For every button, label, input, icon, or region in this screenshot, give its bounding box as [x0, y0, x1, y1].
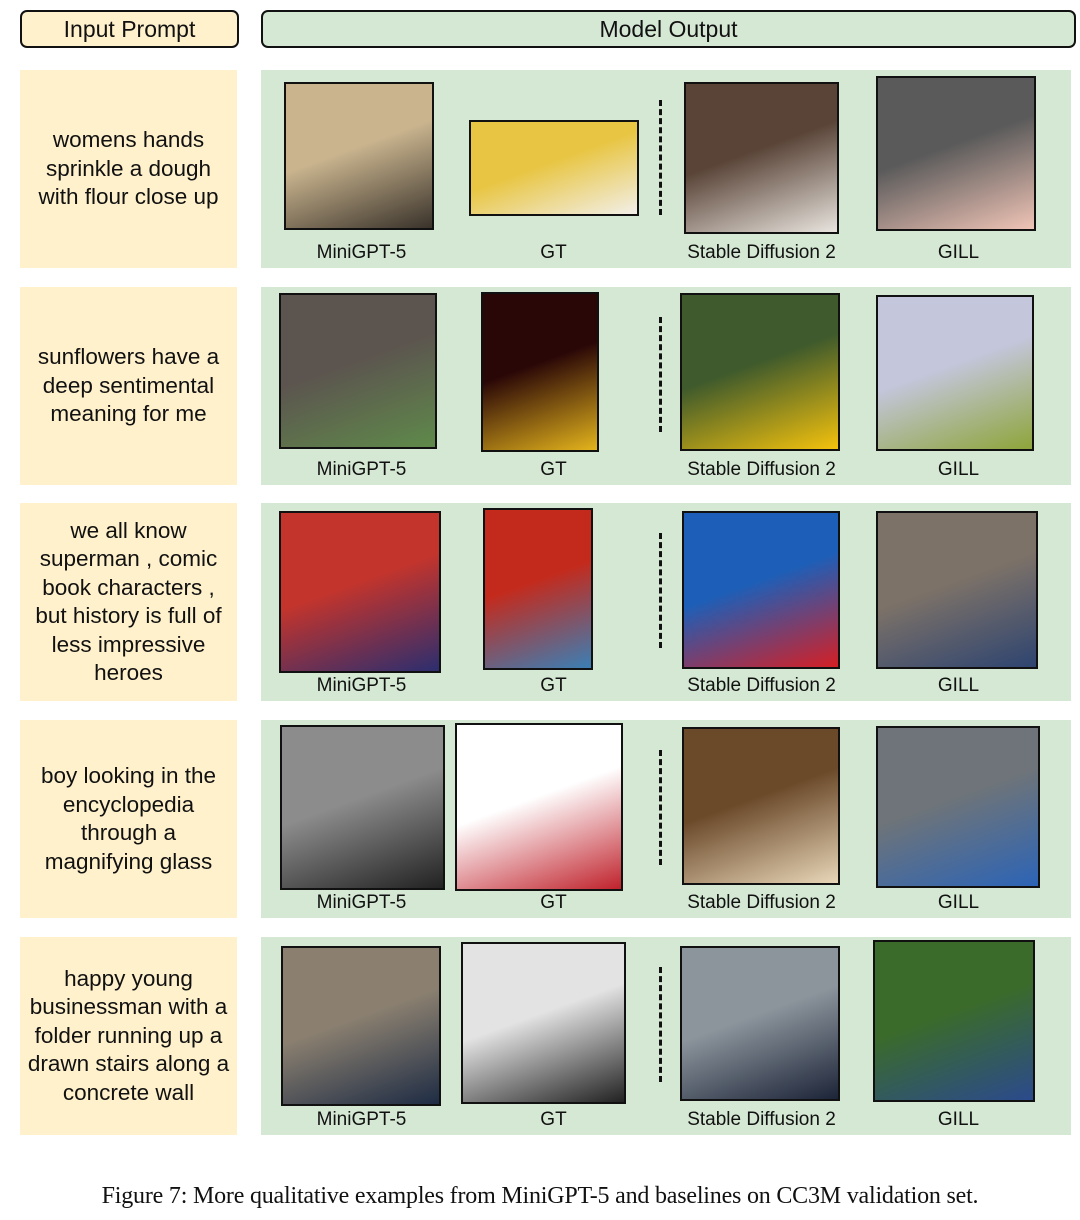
- input-prompt-header: Input Prompt: [20, 10, 239, 48]
- output-cell-2: Stable Diffusion 2: [679, 720, 844, 918]
- output-cell-1: GT: [466, 287, 641, 485]
- output-cell-2: Stable Diffusion 2: [679, 503, 844, 701]
- output-cell-0: MiniGPT-5: [279, 503, 444, 701]
- generated-image: [284, 82, 434, 230]
- generated-image: [876, 295, 1034, 451]
- input-prompt-text: womens hands sprinkle a dough with flour…: [20, 70, 237, 268]
- example-row: womens hands sprinkle a dough with flour…: [0, 70, 1080, 268]
- image-label: MiniGPT-5: [316, 1109, 407, 1130]
- output-cell-1: GT: [466, 70, 641, 268]
- image-label: GT: [540, 1109, 567, 1130]
- generated-image: [876, 76, 1036, 231]
- image-label: Stable Diffusion 2: [687, 675, 836, 696]
- generated-image: [279, 293, 437, 449]
- dashed-separator: [659, 533, 662, 648]
- generated-image: [680, 946, 840, 1101]
- generated-image: [481, 292, 599, 452]
- output-cell-1: GT: [466, 503, 641, 701]
- model-output-panel: MiniGPT-5 GT Stable Diffusion 2 GILL: [261, 287, 1071, 485]
- model-output-panel: MiniGPT-5 GT Stable Diffusion 2 GILL: [261, 937, 1071, 1135]
- image-label: Stable Diffusion 2: [687, 892, 836, 913]
- image-label: GT: [540, 459, 567, 480]
- model-output-panel: MiniGPT-5 GT Stable Diffusion 2 GILL: [261, 70, 1071, 268]
- generated-image: [684, 82, 839, 234]
- generated-image: [461, 942, 626, 1104]
- example-row: sunflowers have a deep sentimental meani…: [0, 287, 1080, 485]
- output-cell-2: Stable Diffusion 2: [679, 937, 844, 1135]
- generated-image: [281, 946, 441, 1106]
- output-cell-0: MiniGPT-5: [279, 70, 444, 268]
- image-label: MiniGPT-5: [316, 242, 407, 263]
- image-label: MiniGPT-5: [316, 459, 407, 480]
- model-output-panel: MiniGPT-5 GT Stable Diffusion 2 GILL: [261, 720, 1071, 918]
- output-cell-1: GT: [461, 937, 641, 1135]
- generated-image: [455, 723, 623, 891]
- example-row: boy looking in the encyclopedia through …: [0, 720, 1080, 918]
- generated-image: [483, 508, 593, 670]
- image-label: GILL: [937, 1109, 980, 1130]
- generated-image: [682, 511, 840, 669]
- output-cell-0: MiniGPT-5: [279, 287, 444, 485]
- example-row: we all know superman , comic book charac…: [0, 503, 1080, 701]
- input-prompt-text: boy looking in the encyclopedia through …: [20, 720, 237, 918]
- generated-image: [876, 511, 1038, 669]
- output-cell-0: MiniGPT-5: [279, 937, 444, 1135]
- dashed-separator: [659, 967, 662, 1082]
- generated-image: [280, 725, 445, 890]
- image-label: GILL: [937, 459, 980, 480]
- example-row: happy young businessman with a folder ru…: [0, 937, 1080, 1135]
- dashed-separator: [659, 317, 662, 432]
- image-label: Stable Diffusion 2: [687, 242, 836, 263]
- dashed-separator: [659, 750, 662, 865]
- output-cell-1: GT: [455, 720, 641, 918]
- input-prompt-text: sunflowers have a deep sentimental meani…: [20, 287, 237, 485]
- image-label: GT: [540, 242, 567, 263]
- output-cell-3: GILL: [873, 937, 1041, 1135]
- output-cell-3: GILL: [876, 720, 1041, 918]
- figure-caption: Figure 7: More qualitative examples from…: [101, 1183, 979, 1209]
- generated-image: [279, 511, 441, 673]
- output-cell-3: GILL: [876, 70, 1041, 268]
- output-cell-2: Stable Diffusion 2: [679, 287, 844, 485]
- image-label: MiniGPT-5: [316, 892, 407, 913]
- image-label: GILL: [937, 242, 980, 263]
- generated-image: [682, 727, 840, 885]
- generated-image: [873, 940, 1035, 1102]
- output-cell-3: GILL: [876, 503, 1041, 701]
- output-cell-3: GILL: [876, 287, 1041, 485]
- input-prompt-text: happy young businessman with a folder ru…: [20, 937, 237, 1135]
- output-cell-2: Stable Diffusion 2: [679, 70, 844, 268]
- generated-image: [876, 726, 1040, 888]
- dashed-separator: [659, 100, 662, 215]
- generated-image: [680, 293, 840, 451]
- image-label: MiniGPT-5: [316, 675, 407, 696]
- image-label: GILL: [937, 892, 980, 913]
- output-cell-0: MiniGPT-5: [279, 720, 445, 918]
- image-label: Stable Diffusion 2: [687, 459, 836, 480]
- generated-image: [469, 120, 639, 216]
- image-label: GT: [540, 892, 567, 913]
- image-label: Stable Diffusion 2: [687, 1109, 836, 1130]
- model-output-panel: MiniGPT-5 GT Stable Diffusion 2 GILL: [261, 503, 1071, 701]
- input-prompt-text: we all know superman , comic book charac…: [20, 503, 237, 701]
- model-output-header: Model Output: [261, 10, 1076, 48]
- image-label: GT: [540, 675, 567, 696]
- image-label: GILL: [937, 675, 980, 696]
